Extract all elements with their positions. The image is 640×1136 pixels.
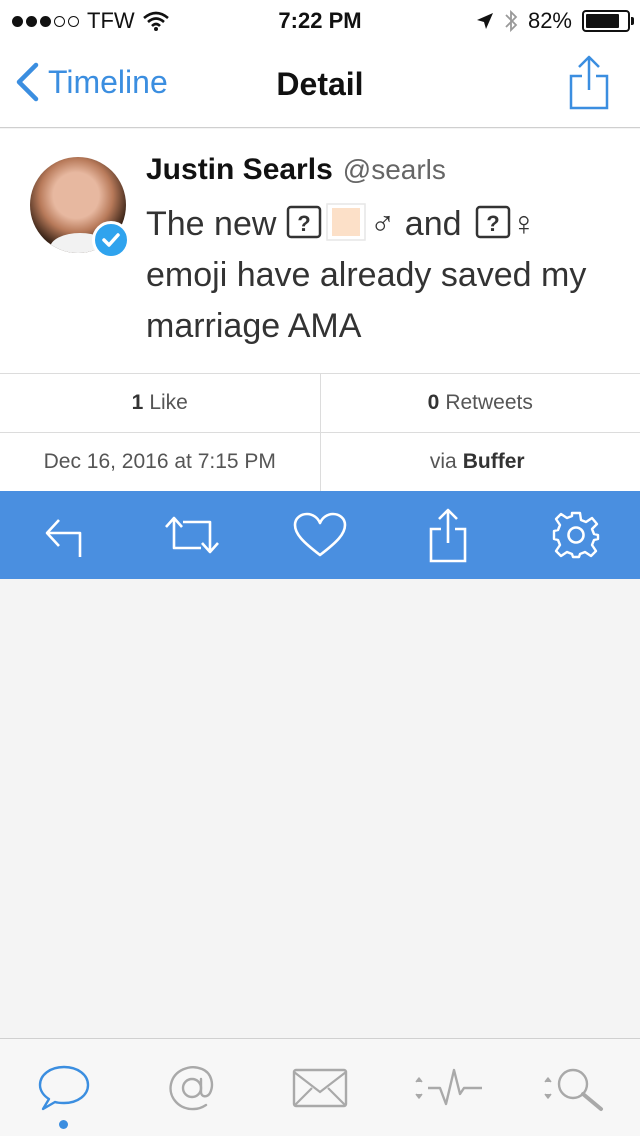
reply-icon (45, 519, 82, 557)
tab-mentions[interactable] (147, 1043, 237, 1133)
tab-activity[interactable] (403, 1043, 493, 1133)
missing-glyph-icon: ? (286, 205, 322, 239)
tweet-text: The new ? ♂ and ? ♀ emoji have already sav… (146, 199, 616, 352)
battery-icon (582, 10, 634, 32)
female-sign: ♀ (510, 205, 537, 243)
retweet-icon (165, 516, 219, 554)
tweet-source[interactable]: via Buffer (319, 433, 640, 491)
retweets-label: Retweets (445, 391, 533, 414)
settings-button[interactable] (544, 503, 608, 567)
gear-icon (552, 511, 600, 559)
bluetooth-icon (505, 9, 518, 33)
via-source: Buffer (462, 450, 525, 473)
retweet-button[interactable] (160, 503, 224, 567)
tweet-author[interactable]: Justin Searls @searls (146, 153, 446, 187)
heart-icon (293, 512, 347, 557)
at-sign-icon (169, 1065, 214, 1110)
tab-timeline[interactable] (19, 1043, 109, 1133)
status-bar: TFW 7:22 PM 82% (0, 0, 640, 40)
tab-search[interactable] (531, 1043, 621, 1133)
likes-count-button[interactable]: 1 Like (0, 374, 320, 432)
battery-percent: 82% (527, 8, 572, 33)
tweet-detail: Justin Searls @searls The new ? ♂ and ? ♀ … (0, 129, 640, 374)
missing-glyph-mark: ? (297, 211, 310, 236)
share-button[interactable] (568, 54, 610, 115)
missing-glyph-icon: ? (475, 205, 511, 239)
share-tweet-button[interactable] (416, 503, 480, 567)
tweet-action-bar (0, 491, 640, 579)
page-title: Detail (276, 66, 364, 102)
share-icon (429, 508, 467, 563)
tweet-text-part1: The new (146, 205, 286, 243)
search-icon (544, 1068, 603, 1111)
share-icon (569, 55, 609, 110)
likes-label: Like (149, 391, 188, 414)
engagement-stats: 1 Like 0 Retweets (0, 374, 640, 433)
verified-badge-icon (92, 221, 130, 259)
status-right: 82% (476, 8, 634, 34)
like-button[interactable] (288, 503, 352, 567)
retweets-count: 0 (427, 391, 440, 414)
likes-count: 1 (131, 391, 144, 414)
author-handle[interactable]: @searls (343, 154, 446, 186)
tab-bar (0, 1038, 640, 1136)
skin-tone-swatch-icon (326, 203, 366, 241)
tweet-text-part3: emoji have already saved my marriage AMA (146, 256, 587, 345)
content-area (0, 579, 640, 1038)
tweet-date-label: Dec 16, 2016 at 7:15 PM (43, 450, 276, 473)
active-tab-indicator (59, 1119, 68, 1129)
male-sign: ♂ (369, 205, 396, 243)
tweet-meta: Dec 16, 2016 at 7:15 PM via Buffer (0, 433, 640, 492)
navigation-bar: Timeline Detail (0, 40, 640, 128)
author-name[interactable]: Justin Searls (146, 153, 333, 187)
reply-button[interactable] (32, 503, 96, 567)
tweet-text-part2: and (395, 205, 471, 243)
retweets-count-button[interactable]: 0 Retweets (319, 374, 640, 432)
via-prefix: via (429, 450, 457, 473)
location-arrow-icon (476, 13, 493, 29)
activity-icon (415, 1068, 482, 1105)
tweet-date: Dec 16, 2016 at 7:15 PM (0, 433, 320, 491)
tab-messages[interactable] (275, 1043, 365, 1133)
speech-bubble-icon (38, 1065, 90, 1110)
missing-glyph-mark: ? (486, 211, 499, 236)
envelope-icon (292, 1068, 348, 1107)
